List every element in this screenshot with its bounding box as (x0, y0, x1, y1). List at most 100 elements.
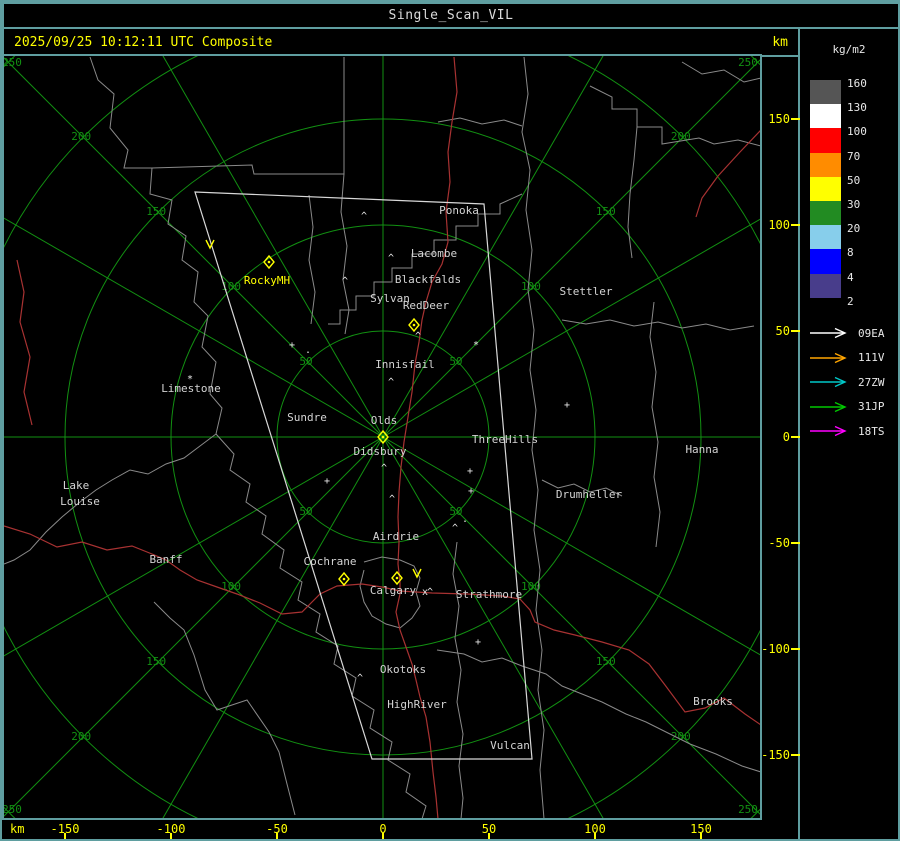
boundary-line (627, 126, 638, 259)
right-axis-tick (791, 648, 800, 650)
town-marker-glyph: * (473, 340, 479, 351)
town-label: Vulcan (490, 739, 530, 752)
right-axis-label: 100 (768, 218, 790, 232)
town-label: Lacombe (411, 247, 457, 260)
site-id-label: 09EA (858, 326, 885, 340)
site-diamond-icon-dot (412, 323, 416, 327)
radar-center-diamond-icon-dot (381, 435, 385, 439)
highway-line (4, 525, 401, 615)
radar-site-label: RockyMH (244, 274, 290, 287)
highway-line (16, 259, 33, 426)
radar-site-legend-row: 27ZW (808, 375, 898, 389)
town-label: Hanna (685, 443, 718, 456)
town-marker-glyph: . (305, 345, 311, 356)
boundary-line (308, 194, 316, 325)
range-ring-label: 50 (299, 505, 312, 518)
town-marker-glyph: ^ (452, 523, 458, 534)
site-arrow-icon (810, 377, 847, 388)
town-label: Ponoka (439, 204, 479, 217)
site-diamond-icon-dot (395, 576, 399, 580)
color-scale-swatch (810, 201, 841, 226)
town-label: Sundre (287, 411, 327, 424)
azimuth-spoke (4, 217, 384, 438)
color-scale-value: 160 (847, 77, 867, 90)
town-label: Banff (149, 553, 182, 566)
right-axis-tick (791, 436, 800, 438)
info-bar: 2025/09/25 10:12:11 UTC Composite km (2, 27, 800, 57)
radar-site-legend-row: 09EA (808, 326, 898, 340)
window-title: Single_Scan_VIL (388, 8, 514, 23)
boundary-line (452, 541, 464, 818)
right-axis-label: -150 (761, 748, 790, 762)
town-label: Louise (60, 495, 100, 508)
range-ring-label: 250 (4, 56, 22, 69)
town-marker-glyph: + (468, 486, 474, 497)
color-scale-swatch (810, 225, 841, 250)
town-label: Stettler (560, 285, 613, 298)
color-scale-value: 20 (847, 222, 861, 236)
boundary-line (153, 601, 296, 816)
right-axis-tick (791, 118, 800, 120)
town-marker-glyph: . (462, 514, 468, 525)
range-ring-label: 250 (4, 803, 22, 816)
town-label: ThreeHills (472, 433, 538, 446)
town-label: Lake (63, 479, 90, 492)
town-marker-glyph: ^ (357, 673, 363, 684)
radar-application-window: Single_Scan_VIL 2025/09/25 10:12:11 UTC … (0, 0, 900, 841)
bottom-axis-tick (700, 833, 702, 839)
right-axis-label: -50 (768, 536, 790, 550)
radar-map[interactable]: 5010015020025050100150200250501001502002… (4, 56, 760, 818)
radar-site-legend-row: 31JP (808, 400, 898, 414)
site-arrow-icon (810, 401, 847, 412)
town-marker-glyph: + (467, 466, 473, 477)
town-label: Airdrie (373, 530, 419, 543)
town-marker-glyph: ^ (389, 494, 395, 505)
town-marker-glyph: + (475, 637, 481, 648)
right-axis-tick (791, 330, 800, 332)
right-axis-label: 150 (768, 112, 790, 126)
site-id-label: 18TS (858, 424, 885, 438)
boundary-line (436, 649, 760, 773)
azimuth-spoke (162, 436, 384, 818)
town-marker-glyph: + (564, 400, 570, 411)
town-label: Blackfalds (395, 273, 461, 286)
town-label: Okotoks (380, 663, 426, 676)
color-scale-value: 130 (847, 101, 867, 115)
color-scale-value: 2 (847, 294, 854, 308)
right-axis-tick (791, 224, 800, 226)
bottom-axis-tick (488, 833, 490, 839)
boundary-line (561, 319, 755, 331)
bottom-axis-tick (170, 833, 172, 839)
color-scale-value: 100 (847, 125, 867, 139)
range-ring-label: 50 (449, 355, 462, 368)
right-axis-unit-label: km (772, 34, 788, 50)
town-marker-glyph: + (289, 340, 295, 351)
color-scale-swatch (810, 80, 841, 105)
boundary-line (437, 117, 523, 127)
range-ring-label: 50 (449, 505, 462, 518)
azimuth-spoke (382, 436, 760, 656)
color-scale-swatch (810, 152, 841, 178)
boundary-line (649, 301, 661, 548)
town-label: HighRiver (387, 698, 447, 711)
right-axis-label: 0 (782, 430, 790, 444)
range-ring-label: 100 (221, 580, 241, 593)
radar-site-legend-row: 111V (808, 351, 898, 365)
right-axis-tick (791, 754, 800, 756)
legend-panel: kg/m2 160 130 100 70 50 30 20 8 4 2 09EA 111V 27ZW 3… (798, 27, 898, 839)
range-ring-label: 150 (596, 205, 616, 218)
town-label: Strathmore (456, 588, 522, 601)
bottom-axis-tick (594, 833, 596, 839)
legend-unit-label: kg/m2 (832, 43, 866, 56)
town-marker-glyph: x (422, 587, 428, 598)
site-id-label: 111V (858, 351, 885, 365)
range-ring-label: 100 (521, 280, 541, 293)
site-id-label: 27ZW (858, 375, 885, 389)
right-axis-tick (791, 542, 800, 544)
radar-site-diamond-icon-dot (267, 260, 271, 264)
color-scale-value: 70 (847, 149, 861, 163)
town-label: Drumheller (556, 488, 623, 501)
color-scale-value: 30 (847, 198, 861, 211)
color-scale-swatch (810, 249, 841, 274)
site-arrow-icon (810, 327, 847, 339)
